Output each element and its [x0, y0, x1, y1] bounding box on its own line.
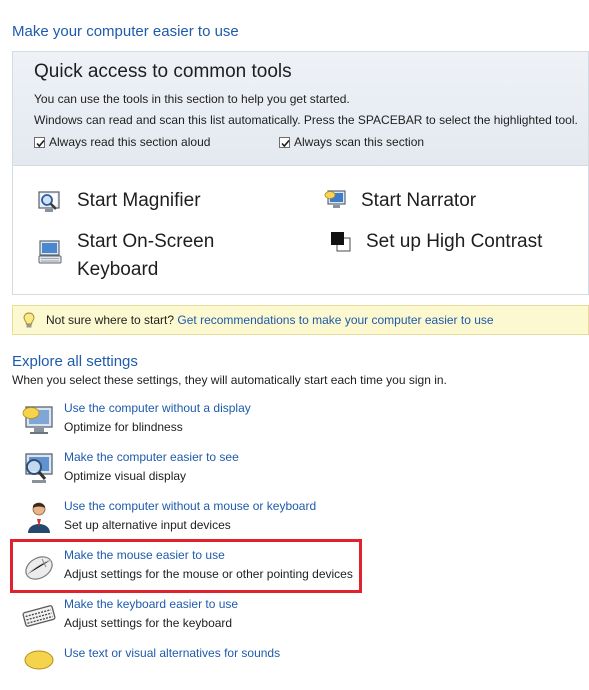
- start-magnifier-label: Start Magnifier: [77, 190, 201, 211]
- easier-to-see-desc: Optimize visual display: [64, 469, 187, 483]
- magnifier-icon: [38, 191, 60, 212]
- start-narrator-button[interactable]: Start Narrator: [323, 189, 523, 219]
- set-up-high-contrast-button[interactable]: Set up High Contrast: [329, 228, 559, 258]
- start-narrator-label: Start Narrator: [361, 190, 477, 211]
- setting-without-display: Use the computer without a display Optim…: [16, 401, 366, 445]
- keyboard-icon: [22, 605, 56, 627]
- quick-access-intro: You can use the tools in this section to…: [34, 92, 350, 106]
- scan-section-label[interactable]: Always scan this section: [294, 135, 424, 149]
- page-title: Make your computer easier to use: [12, 23, 239, 40]
- user-input-icon: [28, 502, 50, 533]
- quick-access-scan-hint: Windows can read and scan this list auto…: [34, 113, 578, 127]
- read-aloud-checkbox[interactable]: [34, 137, 45, 148]
- explore-settings-description: When you select these settings, they wil…: [12, 373, 447, 387]
- set-up-high-contrast-label: Set up High Contrast: [366, 231, 543, 252]
- start-magnifier-button[interactable]: Start Magnifier: [37, 189, 237, 219]
- without-mouse-keyboard-link[interactable]: Use the computer without a mouse or keyb…: [64, 499, 316, 513]
- tip-prefix: Not sure where to start?: [46, 313, 175, 327]
- on-screen-keyboard-icon: [38, 240, 62, 264]
- quick-access-panel: Quick access to common tools You can use…: [12, 51, 589, 295]
- high-contrast-icon: [331, 232, 351, 252]
- speech-display-icon: [22, 406, 53, 434]
- read-aloud-label[interactable]: Always read this section aloud: [49, 135, 210, 149]
- setting-easier-to-see: Make the computer easier to see Optimize…: [16, 450, 366, 494]
- highlight-box: [10, 539, 362, 593]
- narrator-icon: [324, 190, 346, 208]
- start-on-screen-keyboard-label: Start On-Screen: [77, 231, 215, 252]
- sound-alternatives-link[interactable]: Use text or visual alternatives for soun…: [64, 646, 280, 660]
- setting-without-mouse-keyboard: Use the computer without a mouse or keyb…: [16, 499, 366, 543]
- keyboard-easier-desc: Adjust settings for the keyboard: [64, 616, 233, 630]
- start-on-screen-keyboard-button[interactable]: Start On-Screen Keyboard: [37, 228, 237, 286]
- without-display-desc: Optimize for blindness: [64, 420, 183, 434]
- explore-settings-title: Explore all settings: [12, 353, 138, 370]
- magnified-display-icon: [25, 453, 53, 483]
- keyboard-easier-link[interactable]: Make the keyboard easier to use: [64, 597, 238, 611]
- easier-to-see-link[interactable]: Make the computer easier to see: [64, 450, 239, 464]
- without-mouse-keyboard-desc: Set up alternative input devices: [64, 518, 231, 532]
- checkmark-icon: [36, 139, 45, 148]
- without-display-link[interactable]: Use the computer without a display: [64, 401, 251, 415]
- tip-text: Not sure where to start? Get recommendat…: [46, 313, 494, 327]
- setting-keyboard-easier: Make the keyboard easier to use Adjust s…: [16, 597, 366, 641]
- lightbulb-icon: [23, 312, 35, 328]
- get-recommendations-link[interactable]: Get recommendations to make your compute…: [177, 313, 493, 327]
- sound-alternatives-icon: [24, 650, 54, 670]
- start-on-screen-keyboard-label-line2: Keyboard: [77, 259, 159, 280]
- recommendation-tip-bar: Not sure where to start? Get recommendat…: [12, 305, 589, 335]
- quick-access-title: Quick access to common tools: [34, 61, 292, 82]
- scan-section-checkbox[interactable]: [279, 137, 290, 148]
- checkmark-icon: [281, 139, 290, 148]
- setting-sound-alternatives: Use text or visual alternatives for soun…: [16, 646, 366, 690]
